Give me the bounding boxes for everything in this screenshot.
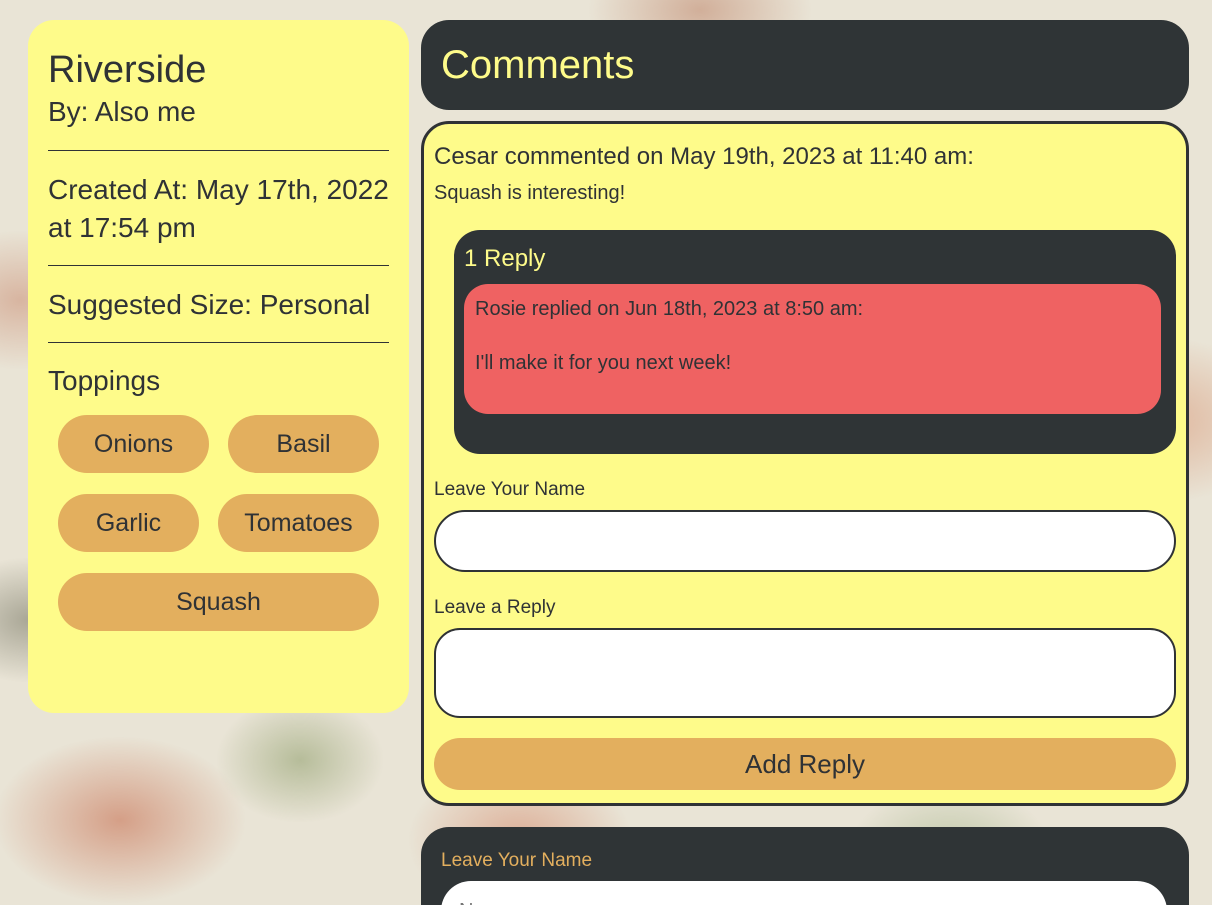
comment-header: Cesar commented on May 19th, 2023 at 11:… xyxy=(434,143,974,170)
toppings-list: Onions Basil Garlic Tomatoes Squash xyxy=(48,399,389,631)
new-comment-name-input[interactable] xyxy=(441,881,1167,905)
comment-body: Squash is interesting! xyxy=(434,182,626,204)
topping-pill-basil: Basil xyxy=(228,415,379,473)
created-at: Created At: May 17th, 2022 at 17:54 pm xyxy=(48,174,389,243)
replies-count: 1 Reply xyxy=(464,245,546,272)
reply-text-label: Leave a Reply xyxy=(434,597,556,618)
reply-name-input[interactable] xyxy=(434,510,1176,572)
comments-header: Comments xyxy=(421,20,1189,110)
reply-text-input[interactable] xyxy=(434,628,1176,718)
topping-pill-garlic: Garlic xyxy=(58,494,199,552)
suggested-size: Suggested Size: Personal xyxy=(48,289,371,320)
new-comment-form: Leave Your Name xyxy=(421,827,1189,905)
comment-card: Cesar commented on May 19th, 2023 at 11:… xyxy=(421,121,1189,806)
add-reply-button[interactable]: Add Reply xyxy=(434,738,1176,790)
pizza-author: By: Also me xyxy=(48,96,196,127)
reply-name-label: Leave Your Name xyxy=(434,479,586,500)
toppings-title: Toppings xyxy=(48,365,161,396)
topping-pill-onions: Onions xyxy=(58,415,209,473)
reply-body: I'll make it for you next week! xyxy=(475,352,732,374)
reply-header: Rosie replied on Jun 18th, 2023 at 8:50 … xyxy=(475,298,864,320)
topping-pill-tomatoes: Tomatoes xyxy=(218,494,379,552)
pizza-name: Riverside xyxy=(48,49,207,91)
comments-title: Comments xyxy=(441,43,635,87)
new-comment-name-label: Leave Your Name xyxy=(441,850,593,871)
topping-pill-squash: Squash xyxy=(58,573,379,631)
replies-section: 1 Reply Rosie replied on Jun 18th, 2023 … xyxy=(454,230,1176,454)
pizza-info-card: Riverside By: Also me Created At: May 17… xyxy=(28,20,409,713)
reply-item: Rosie replied on Jun 18th, 2023 at 8:50 … xyxy=(464,284,1161,414)
